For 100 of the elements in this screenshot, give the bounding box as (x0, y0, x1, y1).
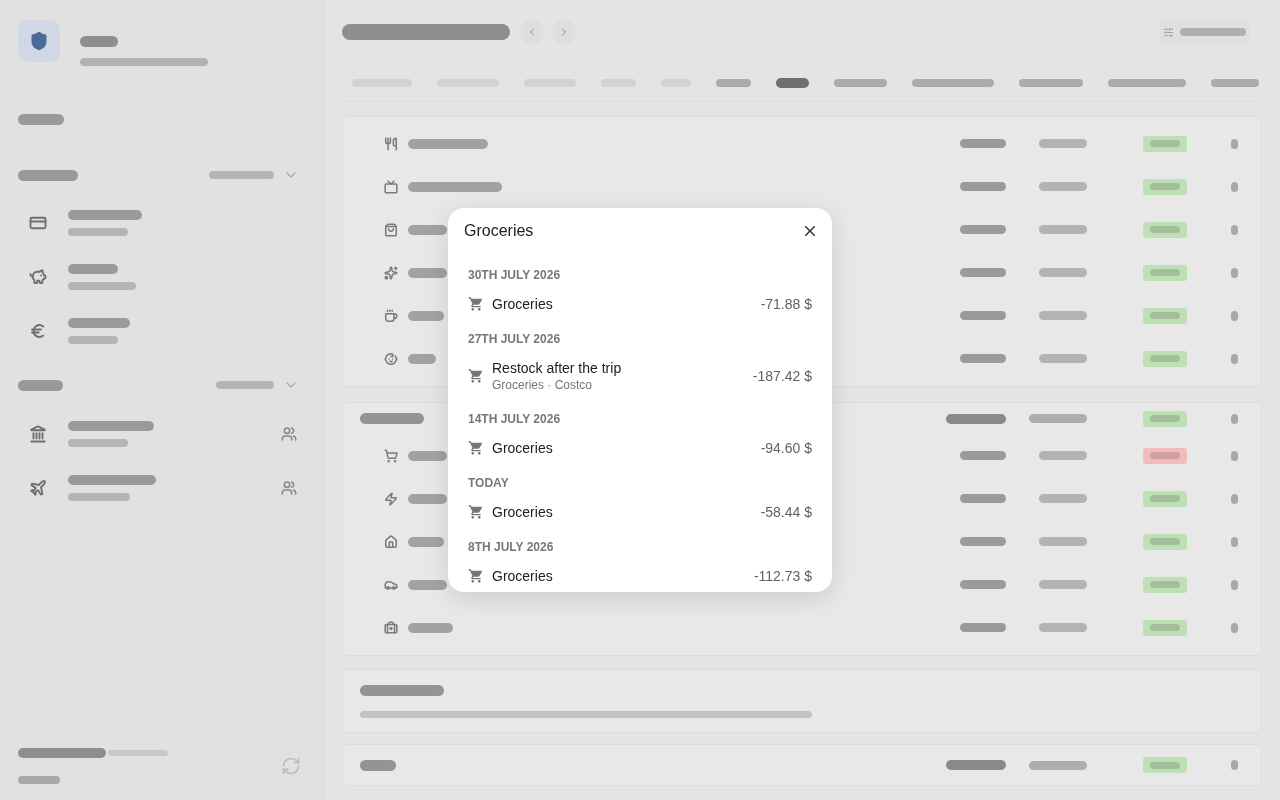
blurred-text (360, 413, 424, 424)
blurred-amount (1029, 760, 1087, 770)
blurred-amount (1029, 414, 1087, 423)
blurred-text (408, 579, 447, 590)
blurred-amount (960, 311, 1006, 320)
transaction-amount: -58.44 $ (760, 503, 812, 521)
blurred-value (1230, 224, 1238, 235)
utensils-icon (384, 136, 398, 151)
blurred-text[interactable] (68, 318, 130, 328)
blurred-text[interactable] (68, 421, 154, 431)
sparkles-icon (384, 265, 398, 280)
blurred-amount (960, 268, 1006, 277)
blurred-value (1230, 267, 1238, 278)
blurred-text (408, 622, 453, 633)
cart-icon (468, 568, 484, 584)
blurred-amount (960, 451, 1006, 460)
sliders-icon (1163, 26, 1174, 38)
piggy-bank-icon (29, 268, 47, 286)
blurred-amount (1039, 451, 1087, 460)
date-heading: 14TH JULY 2026 (468, 411, 562, 427)
blurred-text[interactable] (68, 475, 156, 485)
blurred-value (1230, 760, 1238, 770)
blurred-value (1230, 353, 1238, 364)
blurred-text[interactable] (68, 264, 118, 274)
blurred-amount (1039, 623, 1087, 632)
cart-icon (384, 448, 398, 463)
blurred-text (408, 536, 444, 547)
blurred-text (1180, 28, 1246, 36)
refresh-button[interactable] (281, 756, 301, 776)
month-tab[interactable] (1019, 78, 1083, 87)
bank-icon (29, 425, 47, 443)
blurred-amount (960, 354, 1006, 363)
blurred-amount (960, 537, 1006, 546)
blurred-amount (68, 282, 136, 290)
blurred-amount (68, 228, 128, 236)
transaction-title[interactable]: Groceries (492, 503, 553, 521)
transaction-title[interactable]: Groceries (492, 439, 553, 457)
blurred-amount (1039, 580, 1087, 589)
transaction-title[interactable]: Groceries (492, 295, 553, 313)
transaction-title[interactable]: Restock after the trip (492, 359, 622, 377)
transaction-amount: -94.60 $ (760, 439, 812, 457)
blurred-amount (1039, 139, 1087, 148)
blurred-amount (1039, 225, 1087, 234)
blurred-text (80, 36, 118, 47)
blurred-amount (960, 139, 1006, 148)
blurred-text (408, 267, 447, 278)
blurred-text (408, 493, 447, 504)
month-tab[interactable] (912, 78, 994, 87)
month-tab[interactable] (834, 78, 887, 87)
coffee-cup-icon (384, 308, 398, 323)
blurred-amount (960, 182, 1006, 191)
blurred-text (18, 114, 64, 125)
next-button[interactable] (552, 20, 576, 44)
transaction-title[interactable]: Groceries (492, 567, 553, 585)
blurred-amount (68, 439, 128, 447)
bag-icon (384, 222, 398, 237)
previous-button[interactable] (520, 20, 544, 44)
month-tab[interactable] (1211, 78, 1259, 87)
blurred-text[interactable] (18, 776, 60, 784)
blurred-text (108, 750, 168, 756)
blurred-value (1230, 138, 1238, 149)
blurred-value (1230, 579, 1238, 590)
credit-card-icon (29, 214, 47, 232)
blurred-amount (216, 381, 274, 389)
blurred-amount (960, 225, 1006, 234)
month-tab[interactable] (776, 77, 809, 88)
month-tab[interactable] (1108, 78, 1186, 87)
blurred-amount (960, 623, 1006, 632)
date-heading: 30TH JULY 2026 (468, 267, 562, 283)
lightning-icon (384, 491, 398, 506)
refresh-icon (281, 756, 301, 776)
cart-icon (468, 440, 484, 456)
blurred-value (1230, 450, 1238, 461)
transaction-amount: -187.42 $ (752, 367, 812, 385)
configure-button[interactable] (1159, 20, 1250, 44)
tv-icon (384, 179, 398, 194)
blurred-amount (960, 580, 1006, 589)
blurred-text (18, 379, 63, 391)
avatar-shield-icon (18, 20, 60, 62)
blurred-text[interactable] (68, 210, 142, 220)
house-icon (384, 534, 398, 549)
baby-icon (384, 351, 398, 366)
month-tab[interactable] (716, 78, 751, 87)
blurred-value (1230, 622, 1238, 633)
blurred-amount (960, 494, 1006, 503)
blurred-text (360, 759, 396, 771)
blurred-text (408, 450, 447, 461)
dialog-title: Groceries (464, 221, 534, 241)
date-heading: TODAY (468, 475, 510, 491)
blurred-amount (1039, 537, 1087, 546)
blurred-amount (1039, 311, 1087, 320)
transaction-amount: -112.73 $ (753, 567, 812, 585)
blurred-amount (946, 760, 1006, 770)
transaction-amount: -71.88 $ (760, 295, 812, 313)
euro-icon (29, 322, 47, 340)
blurred-value (1230, 536, 1238, 547)
blurred-amount (68, 336, 118, 344)
plane-icon (29, 479, 47, 497)
blurred-text (408, 224, 447, 235)
blurred-value (1230, 181, 1238, 192)
